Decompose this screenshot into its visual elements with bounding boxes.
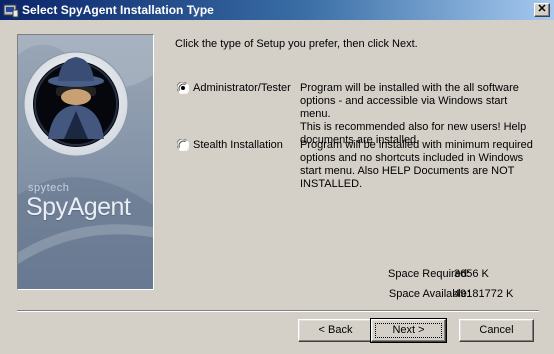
option-stealth-label[interactable]: Stealth Installation: [193, 139, 283, 151]
spyagent-banner: spytech SpyAgent: [17, 34, 154, 290]
close-icon: ✕: [537, 3, 547, 15]
window-title: Select SpyAgent Installation Type: [22, 3, 214, 17]
focus-rect: [375, 323, 442, 338]
setup-prompt: Click the type of Setup you prefer, then…: [175, 38, 418, 50]
option-administrator-label[interactable]: Administrator/Tester: [193, 82, 291, 94]
back-button[interactable]: < Back: [298, 319, 373, 342]
brand-large: SpyAgent: [26, 193, 131, 221]
desc-line: INSTALLED.: [300, 178, 363, 190]
radio-stealth[interactable]: [177, 139, 189, 151]
close-button[interactable]: ✕: [534, 3, 550, 17]
desc-line: This is recommended also for new users! …: [300, 121, 527, 133]
desc-line: Program will be installed with the all s…: [300, 82, 519, 94]
option-stealth-description: Program will be installed with minimum r…: [300, 139, 538, 191]
footer-divider: [17, 310, 539, 312]
desc-line: start menu. Also HELP Documents are NOT: [300, 165, 515, 177]
next-button[interactable]: Next >: [370, 318, 447, 343]
desc-line: options - and accessible via Windows sta…: [300, 95, 508, 120]
banner-image: [18, 35, 153, 289]
installer-icon: [3, 4, 19, 18]
desc-line: Program will be installed with minimum r…: [300, 139, 533, 151]
space-available-value: 49181772 K: [454, 288, 514, 300]
cancel-button[interactable]: Cancel: [459, 319, 534, 342]
space-required-value: 3656 K: [454, 268, 489, 280]
radio-administrator[interactable]: [177, 82, 189, 94]
desc-line: options and no shortcuts included in Win…: [300, 152, 524, 164]
option-administrator-description: Program will be installed with the all s…: [300, 82, 538, 147]
installer-window: Select SpyAgent Installation Type ✕ spyt…: [0, 0, 554, 354]
title-bar[interactable]: Select SpyAgent Installation Type ✕: [0, 0, 554, 20]
